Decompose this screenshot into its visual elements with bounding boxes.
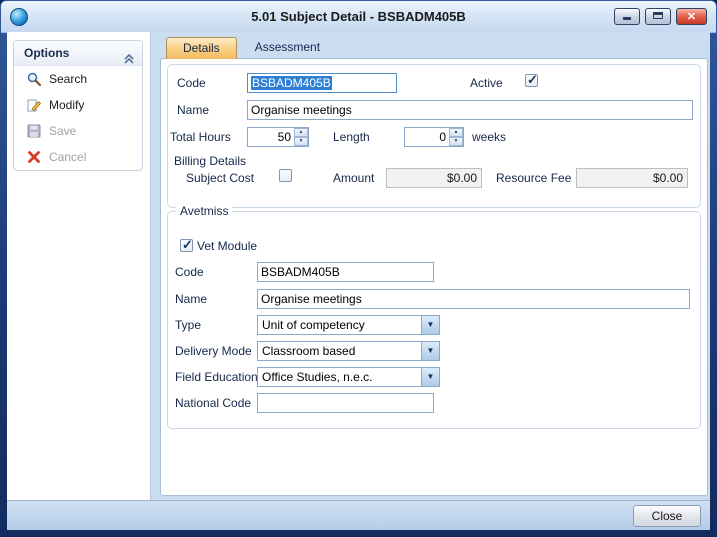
maximize-button[interactable] — [645, 8, 671, 25]
save-icon — [26, 123, 42, 139]
active-label: Active — [470, 76, 503, 90]
weeks-label: weeks — [472, 130, 506, 144]
options-header-label: Options — [24, 46, 69, 60]
collapse-chevron-icon[interactable] — [124, 48, 134, 72]
field-education-label: Field Education — [175, 370, 258, 384]
tab-strip: Details Assessment — [166, 37, 338, 59]
options-header[interactable]: Options — [14, 41, 142, 66]
total-hours-value: 50 — [278, 130, 291, 144]
modify-icon — [26, 97, 42, 113]
sidebar-item-label: Search — [49, 72, 87, 86]
amount-label: Amount — [333, 171, 374, 185]
sidebar-item-label: Save — [49, 124, 76, 138]
sidebar-item-save[interactable]: Save — [14, 118, 142, 144]
active-checkbox[interactable] — [525, 74, 538, 87]
main-area: Details Assessment Code BSBADM405B Activ… — [152, 32, 710, 500]
avetmiss-name-input[interactable]: Organise meetings — [257, 289, 690, 309]
length-label: Length — [333, 130, 370, 144]
resource-fee-input: $0.00 — [576, 168, 688, 188]
tab-details[interactable]: Details — [166, 37, 237, 59]
national-code-label: National Code — [175, 396, 251, 410]
sidebar-item-search[interactable]: Search — [14, 66, 142, 92]
minimize-button[interactable] — [614, 8, 640, 25]
field-education-value: Office Studies, n.e.c. — [262, 370, 373, 384]
total-hours-input[interactable]: 50 ▲ ▼ — [247, 127, 309, 147]
vet-module-checkbox[interactable] — [180, 239, 193, 252]
delivery-mode-chevron-down-icon[interactable]: ▼ — [421, 342, 439, 360]
national-code-input[interactable] — [257, 393, 434, 413]
avetmiss-code-input[interactable]: BSBADM405B — [257, 262, 434, 282]
length-input[interactable]: 0 ▲ ▼ — [404, 127, 464, 147]
delivery-mode-select[interactable]: Classroom based ▼ — [257, 341, 440, 361]
name-input[interactable]: Organise meetings — [247, 100, 693, 120]
options-panel: Options Search Modify — [13, 40, 143, 171]
sidebar-item-label: Cancel — [49, 150, 86, 164]
subject-fields-panel: Code BSBADM405B Active Name Organise mee… — [167, 64, 701, 208]
avetmiss-name-label: Name — [175, 292, 207, 306]
avetmiss-group-label: Avetmiss — [176, 204, 232, 218]
field-education-chevron-down-icon[interactable]: ▼ — [421, 368, 439, 386]
dialog-window: 5.01 Subject Detail - BSBADM405B Options… — [0, 0, 717, 537]
resource-fee-value: $0.00 — [653, 171, 683, 185]
cancel-icon — [26, 149, 42, 165]
amount-value: $0.00 — [447, 171, 477, 185]
length-up-button[interactable]: ▲ — [449, 128, 463, 137]
name-value: Organise meetings — [251, 103, 352, 117]
client-area: Options Search Modify — [7, 32, 710, 530]
window-close-button[interactable] — [676, 8, 707, 25]
delivery-mode-value: Classroom based — [262, 344, 355, 358]
sidebar-item-modify[interactable]: Modify — [14, 92, 142, 118]
window-title: 5.01 Subject Detail - BSBADM405B — [1, 9, 716, 24]
field-education-select[interactable]: Office Studies, n.e.c. ▼ — [257, 367, 440, 387]
vet-module-label: Vet Module — [197, 239, 257, 253]
avetmiss-code-value: BSBADM405B — [261, 265, 340, 279]
amount-input: $0.00 — [386, 168, 482, 188]
type-value: Unit of competency — [262, 318, 365, 332]
code-value: BSBADM405B — [251, 76, 332, 90]
details-tab-page: Code BSBADM405B Active Name Organise mee… — [160, 58, 708, 496]
delivery-mode-label: Delivery Mode — [175, 344, 252, 358]
subject-cost-label: Subject Cost — [186, 171, 254, 185]
sidebar-item-label: Modify — [49, 98, 84, 112]
avetmiss-name-value: Organise meetings — [261, 292, 362, 306]
search-icon — [26, 71, 42, 87]
name-label: Name — [177, 103, 209, 117]
total-hours-down-button[interactable]: ▼ — [294, 137, 308, 146]
type-chevron-down-icon[interactable]: ▼ — [421, 316, 439, 334]
avetmiss-group: Avetmiss Vet Module Code BSBADM405B Name… — [167, 211, 701, 429]
close-button[interactable]: Close — [633, 505, 701, 527]
title-bar: 5.01 Subject Detail - BSBADM405B — [1, 1, 716, 33]
code-input[interactable]: BSBADM405B — [247, 73, 397, 93]
total-hours-up-button[interactable]: ▲ — [294, 128, 308, 137]
sidebar-item-cancel[interactable]: Cancel — [14, 144, 142, 170]
type-label: Type — [175, 318, 201, 332]
tab-assessment[interactable]: Assessment — [239, 37, 336, 58]
type-select[interactable]: Unit of competency ▼ — [257, 315, 440, 335]
resource-fee-label: Resource Fee — [496, 171, 571, 185]
code-label: Code — [177, 76, 206, 90]
sidebar: Options Search Modify — [7, 32, 151, 500]
total-hours-label: Total Hours — [170, 130, 231, 144]
footer-bar: Close — [7, 500, 710, 530]
length-value: 0 — [439, 130, 446, 144]
avetmiss-code-label: Code — [175, 265, 204, 279]
billing-details-header: Billing Details — [174, 154, 246, 168]
subject-cost-checkbox[interactable] — [279, 169, 292, 182]
length-down-button[interactable]: ▼ — [449, 137, 463, 146]
